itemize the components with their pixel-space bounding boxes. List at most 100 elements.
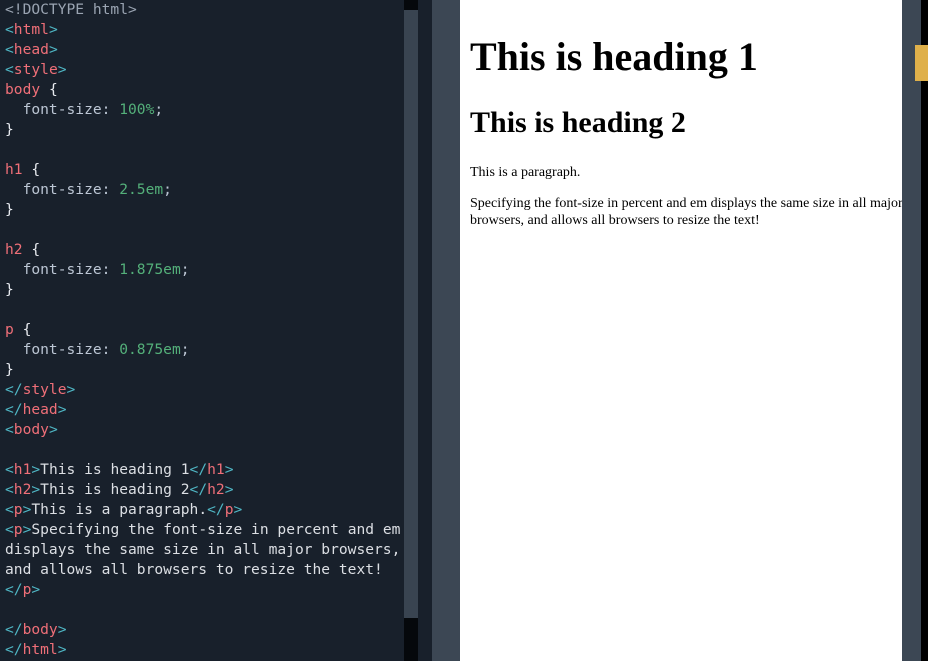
preview-scrollbar-thumb[interactable]: [915, 45, 928, 81]
code-token-val: 100%: [119, 101, 155, 118]
code-line: <!DOCTYPE html>: [5, 0, 432, 20]
code-token-punc: <: [5, 21, 14, 38]
code-token-punc: <: [5, 501, 14, 518]
code-line: font-size: 2.5em;: [5, 180, 432, 200]
code-token-punc: >: [57, 621, 67, 638]
code-token-text: This is a paragraph.: [31, 501, 208, 518]
code-token-punc: >: [31, 581, 41, 598]
code-token-punc: >: [31, 481, 41, 498]
preview-vertical-scrollbar[interactable]: [902, 0, 928, 661]
code-token-punc: >: [57, 641, 67, 658]
code-line: </body>: [5, 620, 432, 640]
code-token-tag: p: [13, 521, 23, 538]
code-token-tag: style: [22, 381, 67, 398]
code-token-sel: h2: [5, 241, 23, 258]
code-token-sel: p: [5, 321, 14, 338]
code-token-text: This is heading 2: [40, 481, 190, 498]
code-token-brace: }: [5, 201, 14, 218]
code-token-val: 1.875em: [119, 261, 181, 278]
code-line: body {: [5, 80, 432, 100]
code-line: </head>: [5, 400, 432, 420]
code-token-text: displays the same size in all major brow…: [5, 541, 401, 558]
editor-scrollbar-thumb-top[interactable]: [404, 0, 418, 10]
code-token-tag: h1: [207, 461, 225, 478]
code-token-text: This is heading 1: [40, 461, 190, 478]
code-token-sel: body: [5, 81, 41, 98]
code-token-punc: <: [5, 421, 14, 438]
code-token-brace: {: [22, 161, 41, 178]
editor-vertical-scrollbar[interactable]: [404, 0, 418, 661]
code-line: <style>: [5, 60, 432, 80]
code-text-area[interactable]: <!DOCTYPE html> <html> <head> <style> body {…: [0, 0, 432, 660]
preview-scrollbar-track[interactable]: [902, 0, 921, 661]
code-token-punc: >: [48, 21, 58, 38]
code-line: ​: [5, 220, 432, 240]
code-token-punc: >: [48, 41, 58, 58]
rendered-document: This is heading 1 This is heading 2 This…: [460, 0, 928, 252]
code-token-punc: </: [5, 641, 23, 658]
code-token-tag: p: [224, 501, 234, 518]
code-token-punc: </: [5, 621, 23, 638]
code-token-punc: </: [189, 461, 208, 478]
code-token-punc: <: [5, 61, 14, 78]
code-line: </p>: [5, 580, 432, 600]
code-line: font-size: 0.875em;: [5, 340, 432, 360]
code-line: <body>: [5, 420, 432, 440]
code-line: ​: [5, 140, 432, 160]
code-line: <h1>This is heading 1</h1>: [5, 460, 432, 480]
code-line: h1 {: [5, 160, 432, 180]
code-token-colon: :: [101, 101, 120, 118]
pane-divider[interactable]: [432, 0, 460, 661]
code-token-colon: :: [101, 261, 120, 278]
code-token-punc: <: [5, 481, 14, 498]
code-token-brace: }: [5, 121, 14, 138]
code-line: }: [5, 360, 432, 380]
preview-paragraph-1: This is a paragraph.: [470, 165, 581, 181]
code-line: font-size: 1.875em;: [5, 260, 432, 280]
code-editor-pane[interactable]: <!DOCTYPE html> <html> <head> <style> body {…: [0, 0, 432, 661]
code-token-tag: head: [22, 401, 58, 418]
code-token-tag: p: [13, 501, 23, 518]
code-line: }: [5, 200, 432, 220]
code-token-val: 2.5em: [119, 181, 164, 198]
code-token-val: 0.875em: [119, 341, 181, 358]
code-line: ​: [5, 440, 432, 460]
code-token-punc: </: [5, 381, 23, 398]
code-line: font-size: 100%;: [5, 100, 432, 120]
code-token-brace: {: [40, 81, 58, 98]
code-line: <h2>This is heading 2</h2>: [5, 480, 432, 500]
code-token-doctype: <!DOCTYPE html>: [5, 1, 137, 18]
code-token-colon: ;: [180, 261, 190, 278]
split-view-window: <!DOCTYPE html> <html> <head> <style> body {…: [0, 0, 928, 661]
code-token-tag: body: [22, 621, 58, 638]
code-token-punc: >: [224, 481, 234, 498]
code-token-tag: head: [13, 41, 49, 58]
code-token-punc: <: [5, 41, 14, 58]
code-token-punc: >: [57, 61, 67, 78]
code-token-tag: h2: [13, 481, 32, 498]
code-token-punc: <: [5, 461, 14, 478]
editor-scrollbar-thumb[interactable]: [404, 618, 418, 661]
code-token-punc: </: [5, 581, 23, 598]
code-token-colon: :: [101, 341, 120, 358]
code-token-punc: >: [66, 381, 76, 398]
code-token-punc: >: [48, 421, 58, 438]
code-token-tag: style: [13, 61, 58, 78]
code-token-colon: :: [101, 181, 120, 198]
code-token-tag: html: [13, 21, 49, 38]
code-line: }: [5, 280, 432, 300]
code-line: <p>This is a paragraph.</p>: [5, 500, 432, 520]
code-token-punc: >: [224, 461, 234, 478]
code-token-punc: <: [5, 521, 14, 538]
code-line: <head>: [5, 40, 432, 60]
code-token-punc: </: [5, 401, 23, 418]
preview-paragraph-2: Specifying the font-size in percent and …: [470, 196, 903, 229]
code-line: <html>: [5, 20, 432, 40]
code-token-brace: }: [5, 361, 14, 378]
code-token-prop: font-size: [5, 181, 102, 198]
code-token-punc: >: [233, 501, 243, 518]
code-token-colon: ;: [154, 101, 164, 118]
code-token-punc: </: [207, 501, 225, 518]
code-token-punc: </: [189, 481, 208, 498]
code-line: <p>Specifying the font-size in percent a…: [5, 520, 432, 540]
